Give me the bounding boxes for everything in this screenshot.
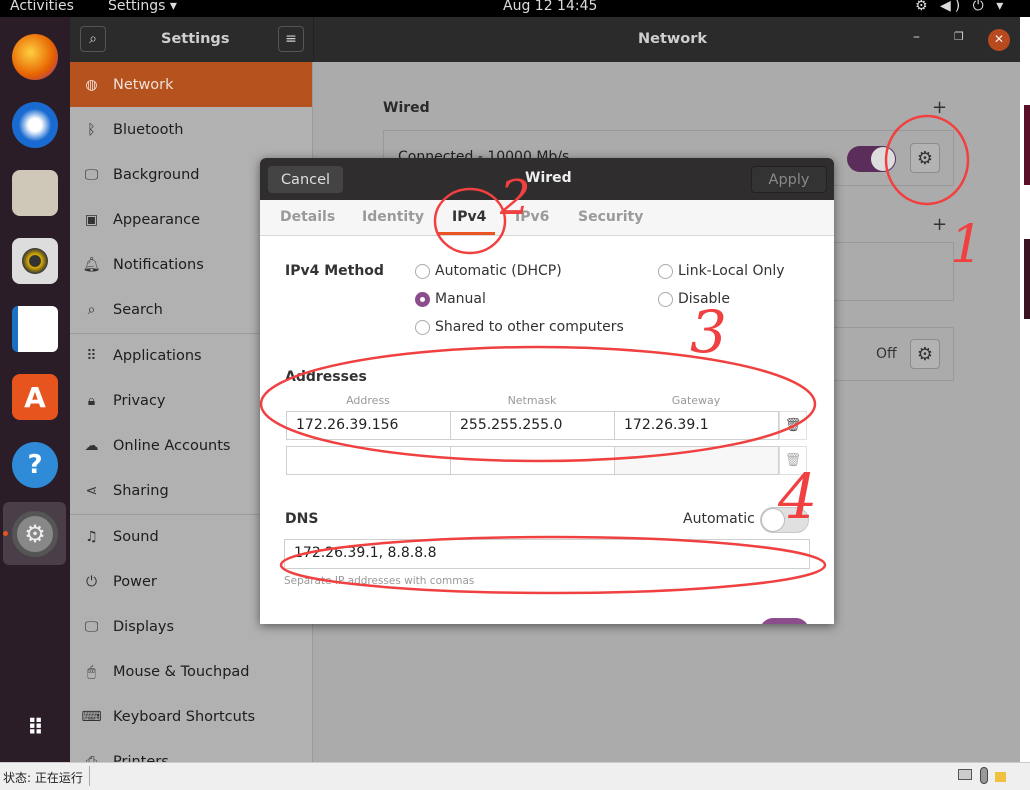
lock-icon[interactable] [995,772,1006,782]
annotation-circle-gear [884,114,970,206]
vm-status-bar: 状态: 正在运行 [0,762,1030,790]
annotation-circle-ipv4 [433,187,507,255]
annotation-ellipse-dns [279,535,827,595]
annotation-number-1: 1 [950,215,983,275]
annotation-number-2: 2 [499,170,531,226]
annotation-ellipse-addresses [259,345,817,463]
annotation-overlay: 1 2 3 4 [259,114,983,595]
annotation-number-3: 3 [690,298,727,366]
keyboard-icon[interactable] [958,769,972,780]
vm-status-text: 状态: 正在运行 [3,771,83,785]
annotation-number-4: 4 [777,460,817,533]
mouse-icon[interactable] [980,767,988,784]
